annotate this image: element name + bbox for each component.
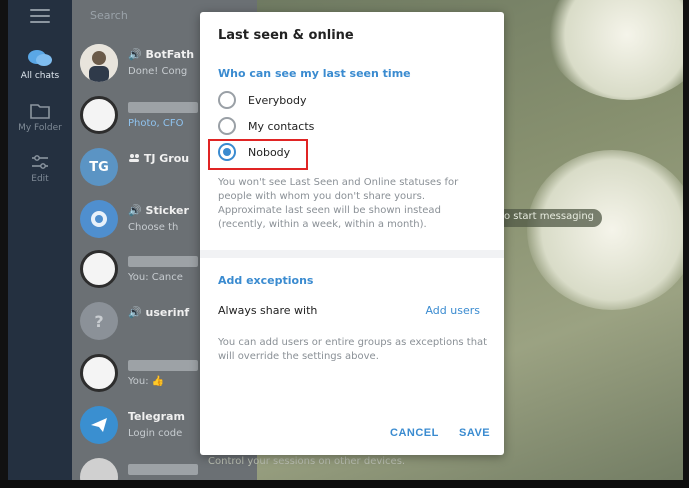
avatar [80, 96, 118, 134]
flower-decoration [527, 150, 683, 310]
chat-preview: Photo, CFO [128, 118, 184, 129]
user-icon: ? [94, 312, 103, 331]
avatar: TG [80, 148, 118, 186]
bot-avatar [80, 44, 118, 82]
chat-preview: You: 👍 [128, 376, 165, 387]
exceptions-title: Add exceptions [218, 274, 314, 287]
chat-bubbles-icon [28, 50, 52, 66]
avatar [80, 354, 118, 392]
folder-icon [30, 104, 50, 119]
redacted-title [128, 360, 198, 371]
folder-edit[interactable]: Edit [8, 153, 72, 184]
folder-rail: All chats My Folder Edit [8, 0, 72, 480]
radio-button[interactable] [218, 117, 236, 135]
chat-title: TJ Grou [128, 152, 189, 165]
redacted-title [128, 256, 198, 267]
save-button[interactable]: SAVE [459, 427, 490, 439]
last-seen-dialog: Last seen & online Who can see my last s… [200, 12, 504, 455]
option-my-contacts[interactable]: My contacts [218, 115, 314, 137]
avatar: ? [80, 302, 118, 340]
menu-icon[interactable] [30, 9, 50, 27]
privacy-description: You won't see Last Seen and Online statu… [218, 177, 459, 230]
group-icon [129, 154, 139, 162]
folder-all-chats[interactable]: All chats [8, 48, 72, 81]
svg-text:?: ? [94, 312, 103, 331]
add-users-link[interactable]: Add users [425, 304, 480, 317]
chat-preview: Login code [128, 428, 183, 439]
screen-edge [0, 480, 689, 488]
chat-title: Telegram [128, 410, 185, 423]
chat-title: 🔊 Sticker [128, 204, 189, 217]
chat-title: 🔊 userinf [128, 306, 190, 319]
avatar [80, 406, 118, 444]
chat-preview: Done! Cong [128, 66, 188, 77]
app-window: All chats My Folder Edit Search 🔊 BotFat… [8, 0, 683, 480]
cancel-button[interactable]: CANCEL [390, 427, 439, 439]
avatar [80, 250, 118, 288]
selection-highlight [208, 139, 308, 170]
option-everybody[interactable]: Everybody [218, 89, 306, 111]
section-title: Who can see my last seen time [218, 67, 411, 80]
sliders-icon [32, 155, 48, 169]
exceptions-description: You can add users or entire groups as ex… [218, 337, 488, 362]
sticker-icon [91, 211, 107, 227]
always-share-label: Always share with [218, 304, 318, 317]
radio-button[interactable] [218, 91, 236, 109]
chat-title: 🔊 BotFath [128, 48, 195, 61]
avatar [80, 458, 118, 480]
avatar [80, 200, 118, 238]
dialog-title: Last seen & online [218, 28, 354, 43]
start-messaging-hint: o start messaging [496, 209, 603, 227]
redacted-title [128, 464, 198, 475]
sessions-hint: Control your sessions on other devices. [208, 456, 406, 467]
chat-preview: Choose th [128, 222, 179, 233]
folder-my-folder[interactable]: My Folder [8, 102, 72, 133]
paper-plane-icon [91, 418, 107, 432]
flower-decoration [547, 0, 683, 100]
redacted-title [128, 102, 198, 113]
chat-preview: You: Cance [128, 272, 183, 283]
section-divider [200, 250, 504, 258]
bot-icon [80, 44, 118, 82]
